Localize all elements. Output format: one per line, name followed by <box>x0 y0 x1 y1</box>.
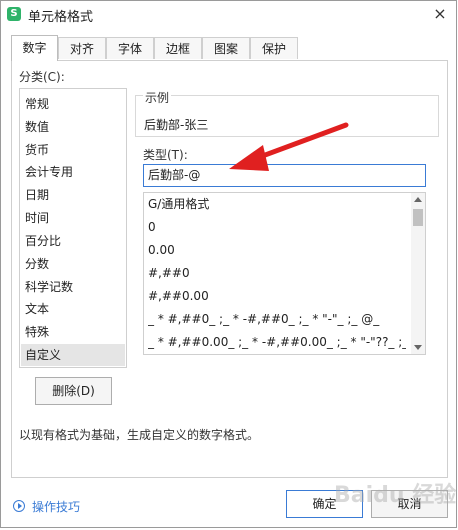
category-item[interactable]: 数值 <box>21 116 125 138</box>
tab-font[interactable]: 字体 <box>106 37 154 59</box>
tab-border[interactable]: 边框 <box>154 37 202 59</box>
play-circle-icon[interactable] <box>13 500 25 512</box>
category-item-selected[interactable]: 自定义 <box>21 344 125 366</box>
format-list[interactable]: G/通用格式 0 0.00 #,##0 #,##0.00 _ * #,##0_ … <box>143 192 426 355</box>
format-item[interactable]: 0.00 <box>148 239 406 261</box>
format-item[interactable]: #,##0 <box>148 262 406 284</box>
scroll-up-icon[interactable] <box>414 197 422 202</box>
category-item[interactable]: 会计专用 <box>21 161 125 183</box>
delete-button[interactable]: 删除(D) <box>35 377 112 405</box>
category-item[interactable]: 百分比 <box>21 230 125 252</box>
format-cells-dialog: S 单元格格式 × 数字 对齐 字体 边框 图案 保护 分类(C): 常规 数值… <box>0 0 457 528</box>
sample-value: 后勤部-张三 <box>144 118 209 132</box>
format-item[interactable]: 0 <box>148 216 406 238</box>
tab-number[interactable]: 数字 <box>11 35 58 61</box>
app-icon: S <box>7 7 21 21</box>
sample-title: 示例 <box>143 89 172 106</box>
scroll-thumb[interactable] <box>413 209 423 226</box>
type-label: 类型(T): <box>143 148 188 162</box>
dialog-title: 单元格格式 <box>28 10 94 25</box>
category-item[interactable]: 特殊 <box>21 321 125 343</box>
category-label: 分类(C): <box>19 70 65 84</box>
scroll-down-icon[interactable] <box>414 345 422 350</box>
tips-link[interactable]: 操作技巧 <box>32 498 80 515</box>
category-item[interactable]: 日期 <box>21 184 125 206</box>
category-item[interactable]: 货币 <box>21 139 125 161</box>
format-item[interactable]: #,##0.00 <box>148 285 406 307</box>
category-item[interactable]: 常规 <box>21 93 125 115</box>
title-bar: S 单元格格式 × <box>1 1 457 27</box>
description-text: 以现有格式为基础，生成自定义的数字格式。 <box>19 428 260 442</box>
tab-alignment[interactable]: 对齐 <box>58 37 106 59</box>
category-item[interactable]: 分数 <box>21 253 125 275</box>
format-list-scrollbar[interactable] <box>411 193 425 354</box>
tab-pattern[interactable]: 图案 <box>202 37 250 59</box>
category-item[interactable]: 时间 <box>21 207 125 229</box>
category-item[interactable]: 科学记数 <box>21 276 125 298</box>
tab-protection[interactable]: 保护 <box>250 37 298 59</box>
format-item[interactable]: _ * #,##0_ ;_ * -#,##0_ ;_ * "-"_ ;_ @_ <box>148 308 406 330</box>
category-list[interactable]: 常规 数值 货币 会计专用 日期 时间 百分比 分数 科学记数 文本 特殊 自定… <box>19 88 127 368</box>
close-icon[interactable]: × <box>431 5 449 23</box>
type-input[interactable]: 后勤部-@ <box>143 164 426 187</box>
format-item[interactable]: _ * #,##0.00_ ;_ * -#,##0.00_ ;_ * "-"??… <box>148 331 406 353</box>
watermark: Baidu 经验 <box>334 483 457 508</box>
format-item[interactable]: G/通用格式 <box>148 193 406 215</box>
category-item[interactable]: 文本 <box>21 298 125 320</box>
